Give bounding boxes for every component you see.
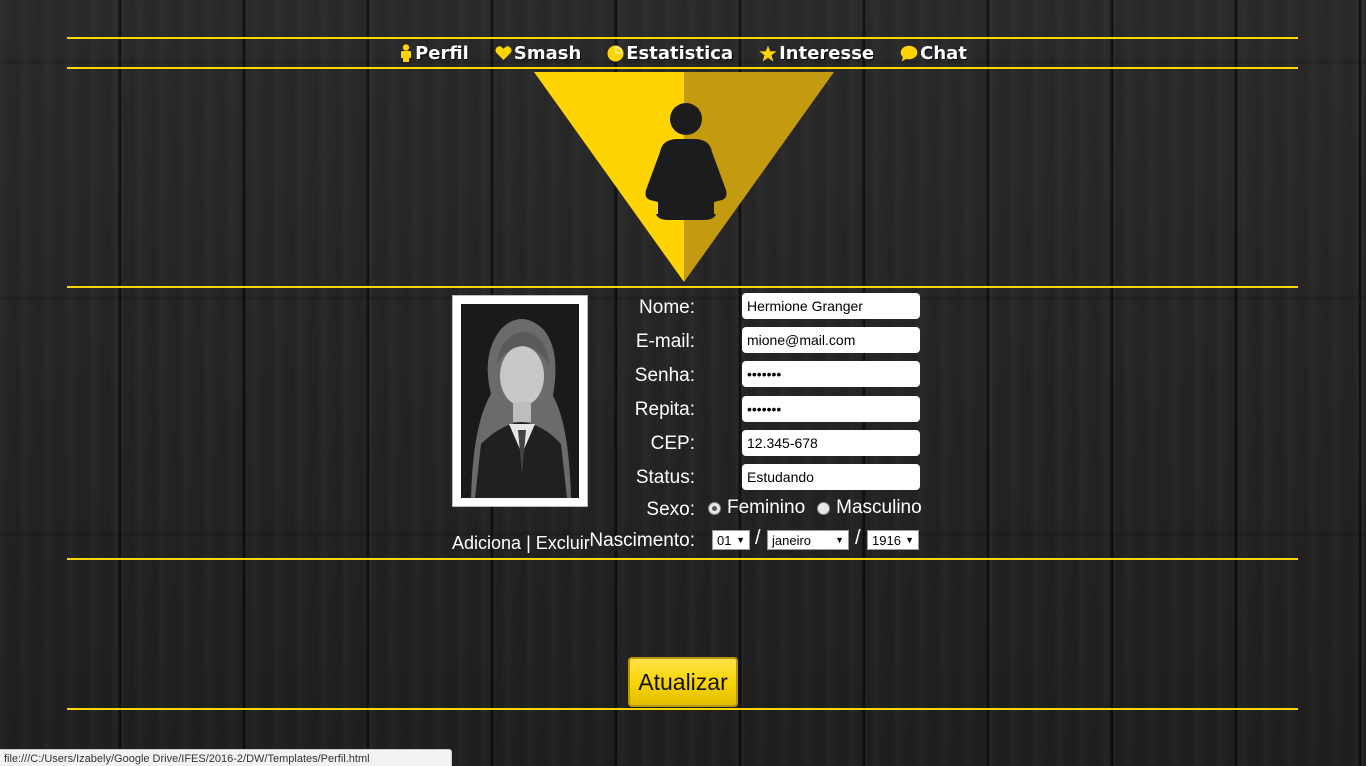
birth-day-value: 01 xyxy=(717,532,732,548)
senha-field[interactable] xyxy=(742,361,920,387)
footer-divider xyxy=(67,708,1298,710)
birth-month-select[interactable]: janeiro ▼ xyxy=(767,530,849,550)
birth-month-value: janeiro xyxy=(772,532,812,548)
birth-year-value: 1916 xyxy=(872,532,901,548)
nav-top-divider xyxy=(67,37,1298,39)
person-icon xyxy=(399,44,413,62)
email-field[interactable] xyxy=(742,327,920,353)
nav-bottom-divider xyxy=(67,67,1298,69)
birth-year-select[interactable]: 1916 ▼ xyxy=(867,530,919,550)
nav-item-label: Estatistica xyxy=(626,42,734,64)
date-separator: / xyxy=(755,527,761,549)
profile-logo xyxy=(534,72,834,282)
chevron-down-icon: ▼ xyxy=(835,535,844,545)
repita-label: Repita: xyxy=(634,399,695,420)
nav-item-chat[interactable]: Chat xyxy=(900,43,967,64)
nav-item-interesse[interactable]: Interesse xyxy=(759,43,874,64)
cep-field[interactable] xyxy=(742,430,920,456)
main-nav: Perfil Smash Estatistica Interesse Chat xyxy=(0,40,1366,66)
birth-day-select[interactable]: 01 ▼ xyxy=(712,530,750,550)
cep-label: CEP: xyxy=(650,433,695,454)
sexo-radio-group: Feminino Masculino xyxy=(708,497,922,519)
masculino-radio[interactable] xyxy=(817,501,831,515)
nav-item-smash[interactable]: Smash xyxy=(495,43,581,64)
chat-bubble-icon xyxy=(900,45,918,62)
chevron-down-icon: ▼ xyxy=(736,535,745,545)
repita-field[interactable] xyxy=(742,396,920,422)
form-bottom-divider xyxy=(67,558,1298,560)
status-field[interactable] xyxy=(742,464,920,490)
nav-item-perfil[interactable]: Perfil xyxy=(399,43,469,64)
star-icon xyxy=(759,45,777,62)
masculino-radio-label: Masculino xyxy=(836,497,922,518)
nome-label: Nome: xyxy=(639,297,695,318)
nav-item-estatistica[interactable]: Estatistica xyxy=(607,43,733,64)
nav-item-label: Interesse xyxy=(779,42,875,64)
email-label: E-mail: xyxy=(635,331,695,352)
feminino-radio[interactable] xyxy=(708,501,721,515)
browser-status-url: file:///C:/Users/Izabely/Google Drive/IF… xyxy=(0,749,452,766)
nome-field[interactable] xyxy=(742,293,920,319)
date-separator: / xyxy=(855,527,861,549)
senha-label: Senha: xyxy=(634,365,695,386)
status-label: Status: xyxy=(635,467,695,488)
heart-icon xyxy=(495,45,512,61)
nav-item-label: Perfil xyxy=(415,42,469,64)
pie-chart-icon xyxy=(607,45,624,62)
header-divider xyxy=(67,286,1298,288)
sexo-label: Sexo: xyxy=(646,499,695,520)
nascimento-label: Nascimento: xyxy=(589,530,695,551)
nav-item-label: Smash xyxy=(513,42,582,64)
update-button[interactable]: Atualizar xyxy=(628,657,738,707)
feminino-radio-label: Feminino xyxy=(727,497,806,518)
nav-item-label: Chat xyxy=(920,42,967,64)
chevron-down-icon: ▼ xyxy=(905,535,914,545)
